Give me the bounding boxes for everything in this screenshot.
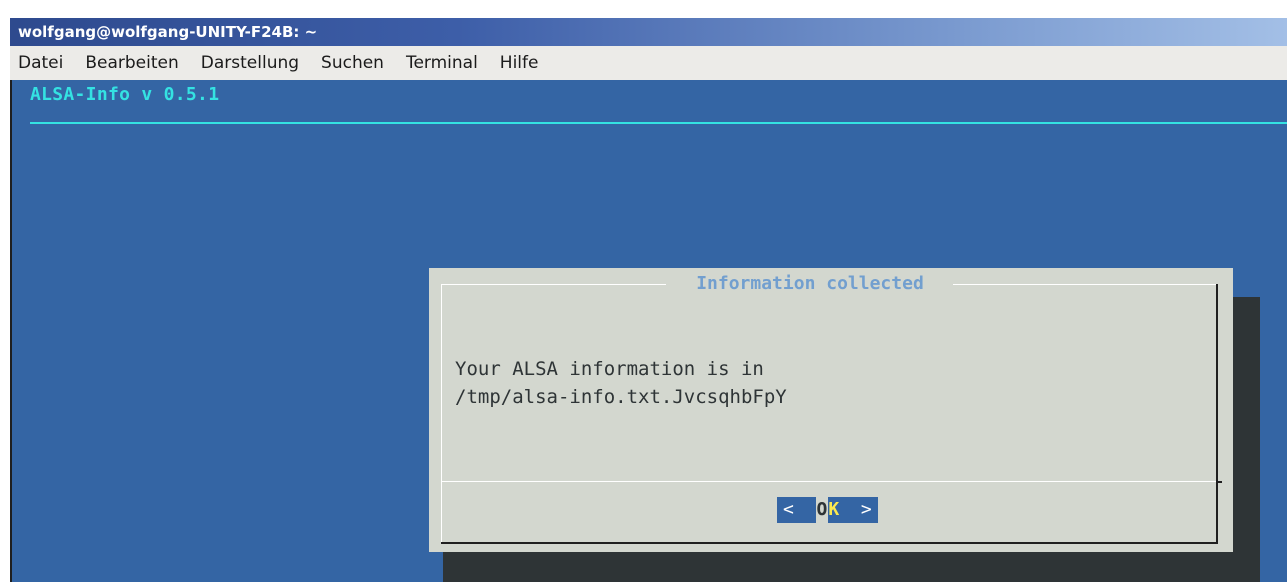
dialog-message-line2: /tmp/alsa-info.txt.JvcsqhbFpY [455, 386, 787, 408]
ok-button[interactable]: < OK > [777, 497, 878, 523]
window-title: wolfgang@wolfgang-UNITY-F24B: ~ [10, 18, 1287, 46]
dialog-message-line1: Your ALSA information is in [455, 358, 764, 380]
dialog-separator [442, 481, 1216, 482]
ok-button-right: > [839, 499, 872, 520]
dialog-frame-right-upper [1216, 284, 1218, 481]
dialog-frame-left [441, 284, 442, 544]
menu-bar: Datei Bearbeiten Darstellung Suchen Term… [10, 46, 1287, 81]
backtitle: ALSA-Info v 0.5.1 [30, 84, 220, 105]
ok-button-left: < [783, 499, 816, 520]
dialog-frame-bottom [441, 542, 1218, 544]
menu-suchen[interactable]: Suchen [313, 53, 396, 73]
menu-datei[interactable]: Datei [10, 53, 75, 73]
dialog-frame-right-lower [1216, 481, 1218, 544]
menu-darstellung[interactable]: Darstellung [193, 53, 311, 73]
dialog-frame-top-right [953, 284, 1216, 285]
dialog-frame-top-left [442, 284, 666, 285]
dialog-message: Your ALSA information is in /tmp/alsa-in… [455, 355, 787, 411]
menu-bearbeiten[interactable]: Bearbeiten [77, 53, 190, 73]
menu-hilfe[interactable]: Hilfe [492, 53, 551, 73]
menu-terminal[interactable]: Terminal [398, 53, 490, 73]
ok-button-hotkey: K [828, 499, 840, 520]
info-dialog: Information collected Your ALSA informat… [429, 268, 1233, 552]
ok-button-cursor: O [815, 497, 829, 523]
dialog-title: Information collected [669, 273, 951, 294]
backtitle-rule [30, 122, 1287, 124]
dialog-separator-edge [1216, 481, 1222, 483]
